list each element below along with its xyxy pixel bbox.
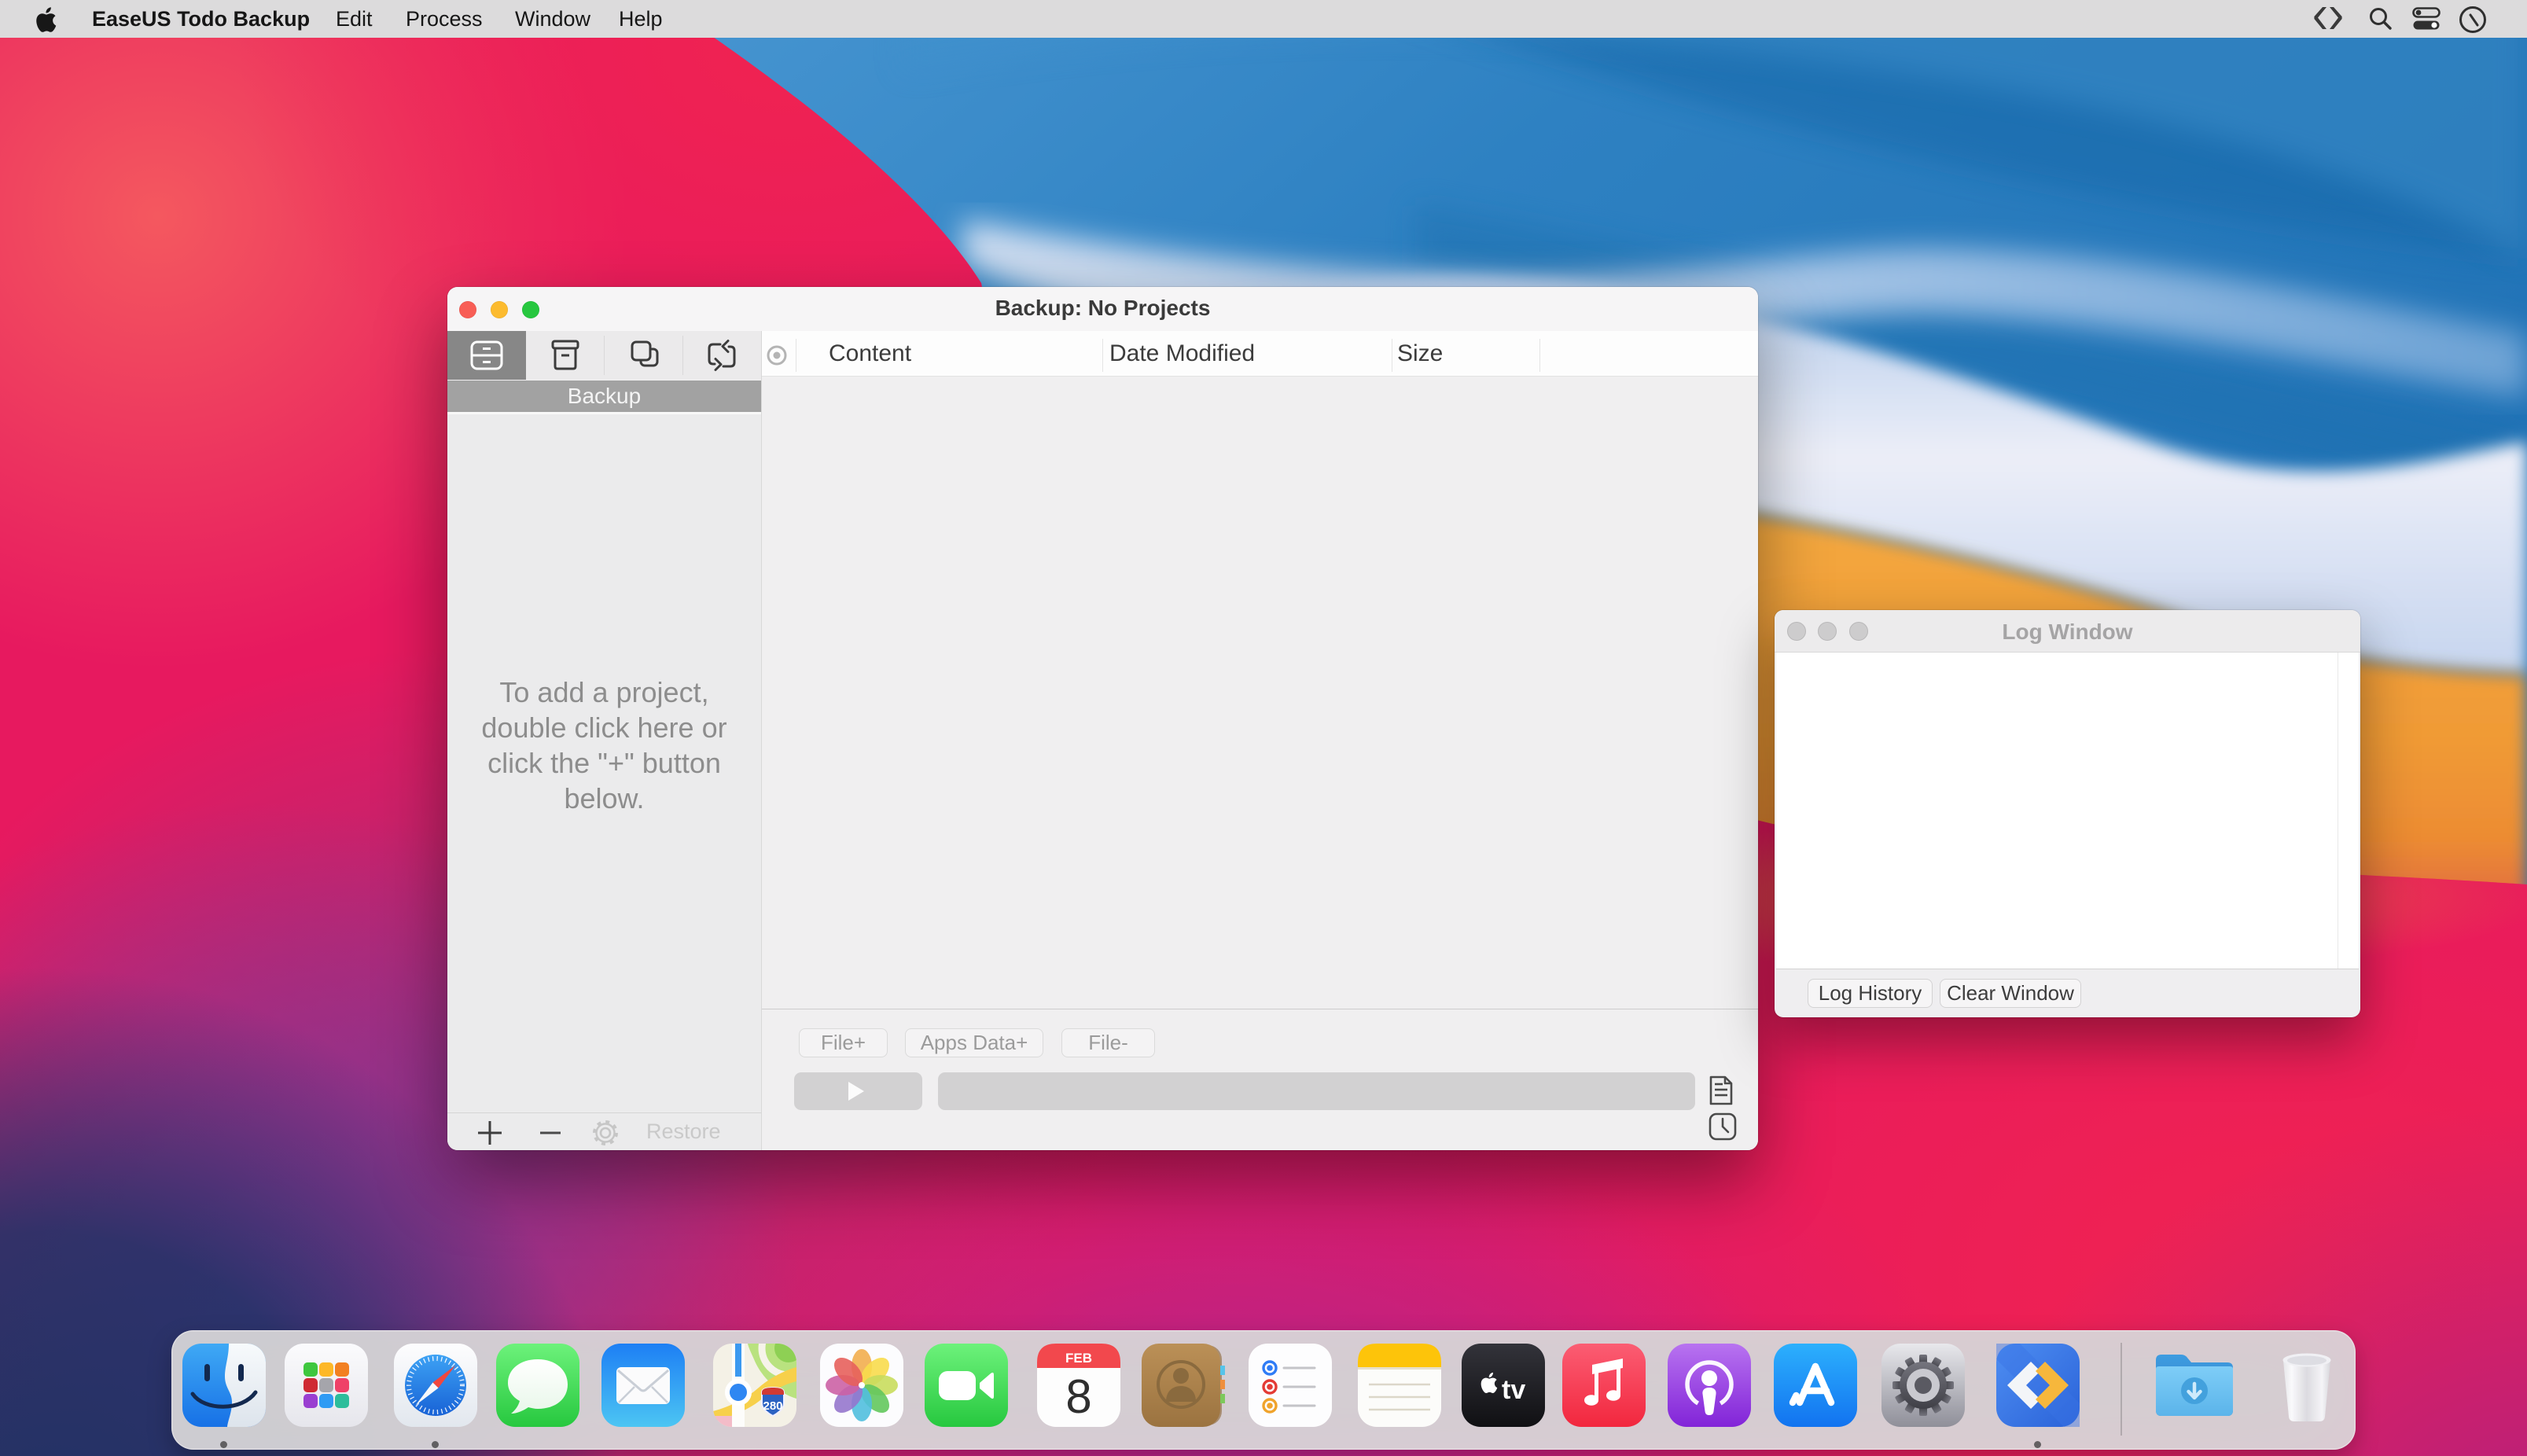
svg-text:280: 280 bbox=[763, 1399, 782, 1413]
svg-text:FEB: FEB bbox=[1065, 1351, 1092, 1366]
svg-text:8: 8 bbox=[1065, 1370, 1091, 1423]
svg-text:tv: tv bbox=[1502, 1375, 1525, 1405]
